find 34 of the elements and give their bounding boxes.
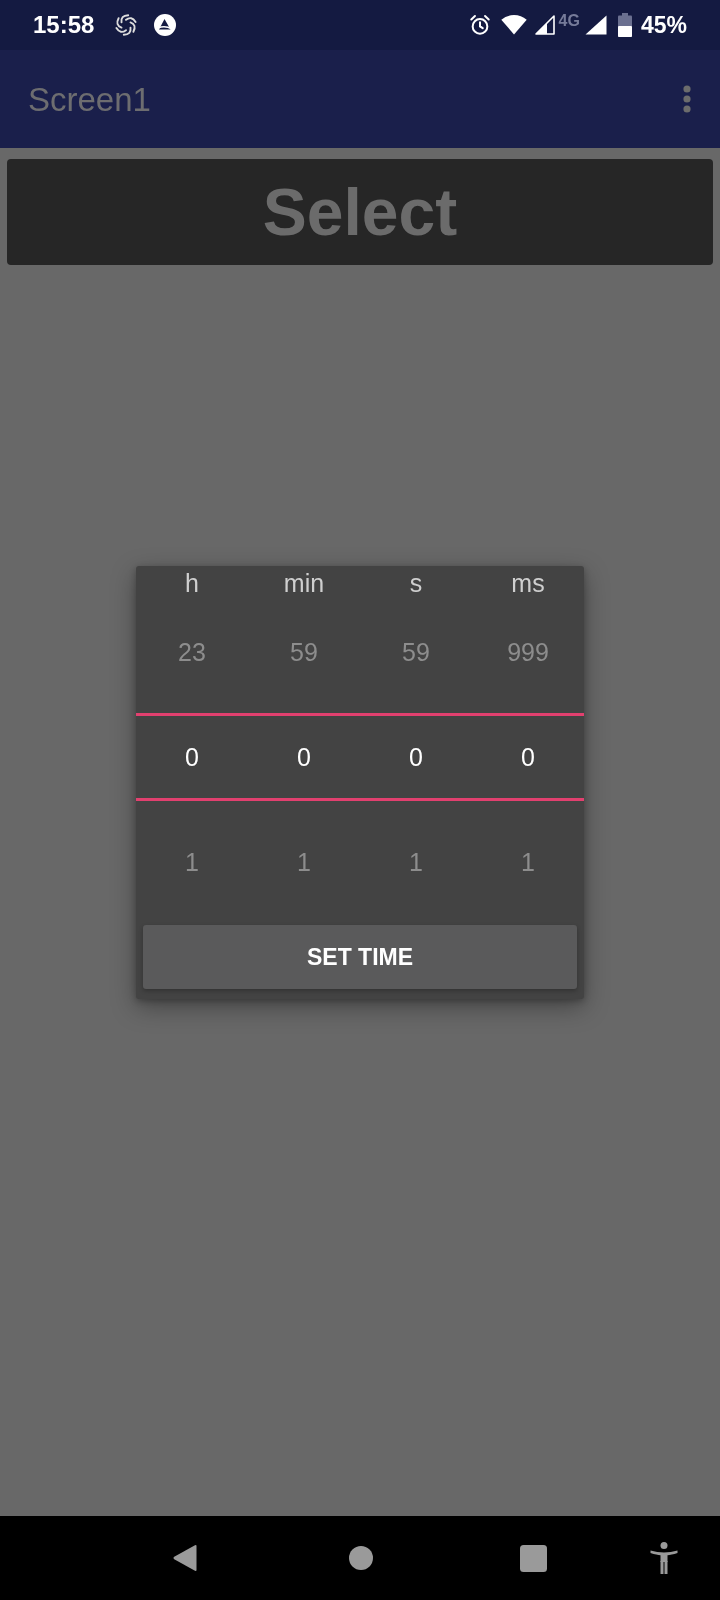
circle-logo-icon [154,14,177,36]
status-time: 15:58 [33,13,95,37]
network-type-label: 4G [558,13,580,29]
recents-icon[interactable] [520,1544,547,1572]
selected-value[interactable]: 0 [360,713,472,801]
selected-value[interactable]: 0 [248,713,360,801]
picker-value[interactable]: 999 [472,600,584,705]
back-icon[interactable] [172,1544,198,1572]
home-icon[interactable] [349,1546,373,1570]
unit-label: s [409,570,423,596]
unit-label: h [185,570,199,596]
more-options-icon[interactable] [683,85,691,113]
battery-icon [617,13,632,37]
battery-percentage: 45% [640,13,687,37]
signal-icon [534,15,555,35]
picker-value[interactable]: 59 [248,600,360,705]
picker-value[interactable]: 1 [360,810,472,915]
wifi-icon [500,15,527,35]
accessibility-icon[interactable] [650,1542,678,1574]
unit-label: ms [511,570,545,596]
set-time-button[interactable]: SET TIME [143,925,577,989]
alarm-clock-icon [468,14,491,36]
swirl-icon [114,13,139,37]
select-button[interactable]: Select [7,159,713,265]
picker-value[interactable]: 1 [248,810,360,915]
picker-value[interactable]: 23 [136,600,248,705]
selected-value[interactable]: 0 [136,713,248,801]
picker-value[interactable]: 1 [136,810,248,915]
picker-value[interactable]: 59 [360,600,472,705]
unit-label: min [283,570,325,596]
signal-icon [584,15,607,35]
picker-value[interactable]: 1 [472,810,584,915]
selected-value[interactable]: 0 [472,713,584,801]
app-title: Screen1 [28,82,151,116]
